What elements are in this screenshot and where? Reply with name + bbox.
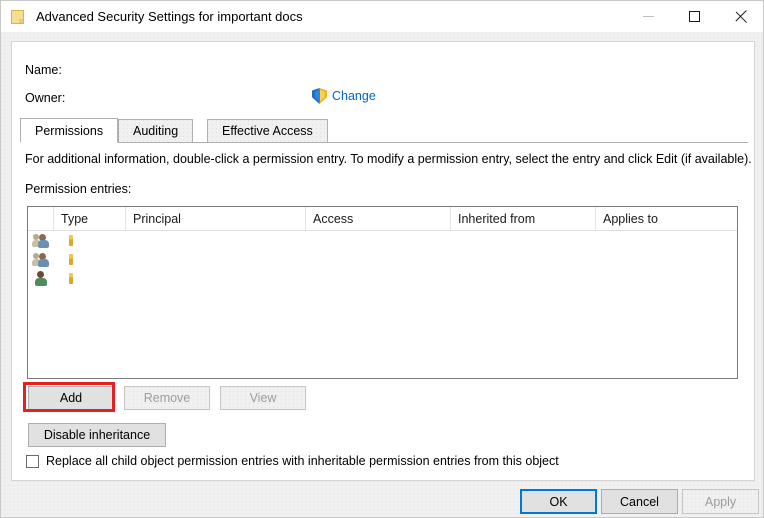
column-header-applies-to[interactable]: Applies to bbox=[596, 207, 737, 230]
window-title: Advanced Security Settings for important… bbox=[36, 9, 303, 24]
cancel-button[interactable]: Cancel bbox=[601, 489, 678, 514]
ok-button[interactable]: OK bbox=[520, 489, 597, 514]
name-label: Name: bbox=[25, 63, 87, 77]
replace-child-permissions-checkbox[interactable] bbox=[26, 455, 39, 468]
tab-permissions-label: Permissions bbox=[35, 124, 103, 138]
cell-type bbox=[54, 254, 126, 265]
tab-auditing[interactable]: Auditing bbox=[118, 119, 193, 143]
tab-strip: Permissions Auditing Effective Access bbox=[20, 119, 748, 143]
column-header-principal[interactable]: Principal bbox=[126, 207, 306, 230]
type-mark-icon bbox=[69, 273, 73, 284]
tab-effective-access-label: Effective Access bbox=[222, 124, 313, 138]
content-panel: Name: Owner: Change Permissions Auditing… bbox=[11, 41, 755, 481]
tab-permissions[interactable]: Permissions bbox=[20, 118, 118, 143]
row-principal-icon bbox=[28, 252, 54, 267]
change-owner-link[interactable]: Change bbox=[312, 87, 376, 105]
column-header-inherited-from[interactable]: Inherited from bbox=[451, 207, 596, 230]
replace-child-permissions-row[interactable]: Replace all child object permission entr… bbox=[26, 454, 559, 468]
table-row[interactable] bbox=[28, 250, 737, 269]
tab-effective-access[interactable]: Effective Access bbox=[207, 119, 328, 143]
apply-button[interactable]: Apply bbox=[682, 489, 759, 514]
replace-child-permissions-label: Replace all child object permission entr… bbox=[46, 454, 559, 468]
permission-entries-label: Permission entries: bbox=[25, 182, 131, 196]
table-row[interactable] bbox=[28, 269, 737, 288]
cell-type bbox=[54, 235, 126, 246]
folder-icon bbox=[10, 8, 28, 26]
owner-label: Owner: bbox=[25, 91, 87, 105]
tab-auditing-label: Auditing bbox=[133, 124, 178, 138]
user-icon bbox=[33, 271, 50, 286]
table-row[interactable] bbox=[28, 231, 737, 250]
advanced-security-settings-window: Advanced Security Settings for important… bbox=[0, 0, 764, 518]
title-bar: Advanced Security Settings for important… bbox=[1, 1, 763, 32]
add-button[interactable]: Add bbox=[28, 386, 114, 410]
view-button[interactable]: View bbox=[220, 386, 306, 410]
permission-entries-table[interactable]: Type Principal Access Inherited from App… bbox=[27, 206, 738, 379]
column-header-icon[interactable] bbox=[28, 207, 54, 230]
close-icon bbox=[734, 10, 747, 23]
group-icon bbox=[33, 233, 50, 248]
type-mark-icon bbox=[69, 254, 73, 265]
column-header-type[interactable]: Type bbox=[54, 207, 126, 230]
uac-shield-icon bbox=[312, 88, 327, 104]
disable-inheritance-button[interactable]: Disable inheritance bbox=[28, 423, 166, 447]
type-mark-icon bbox=[69, 235, 73, 246]
maximize-icon bbox=[689, 11, 700, 22]
window-controls bbox=[625, 1, 763, 32]
minimize-icon bbox=[643, 16, 654, 17]
group-icon bbox=[33, 252, 50, 267]
close-button[interactable] bbox=[717, 1, 763, 32]
minimize-button[interactable] bbox=[625, 1, 671, 32]
remove-button[interactable]: Remove bbox=[124, 386, 210, 410]
row-principal-icon bbox=[28, 233, 54, 248]
info-text: For additional information, double-click… bbox=[25, 152, 741, 166]
name-row: Name: bbox=[25, 61, 87, 79]
maximize-button[interactable] bbox=[671, 1, 717, 32]
cell-type bbox=[54, 273, 126, 284]
column-header-access[interactable]: Access bbox=[306, 207, 451, 230]
table-header-row: Type Principal Access Inherited from App… bbox=[28, 207, 737, 231]
row-principal-icon bbox=[28, 271, 54, 286]
change-link-label: Change bbox=[332, 89, 376, 103]
owner-row: Owner: bbox=[25, 89, 87, 107]
